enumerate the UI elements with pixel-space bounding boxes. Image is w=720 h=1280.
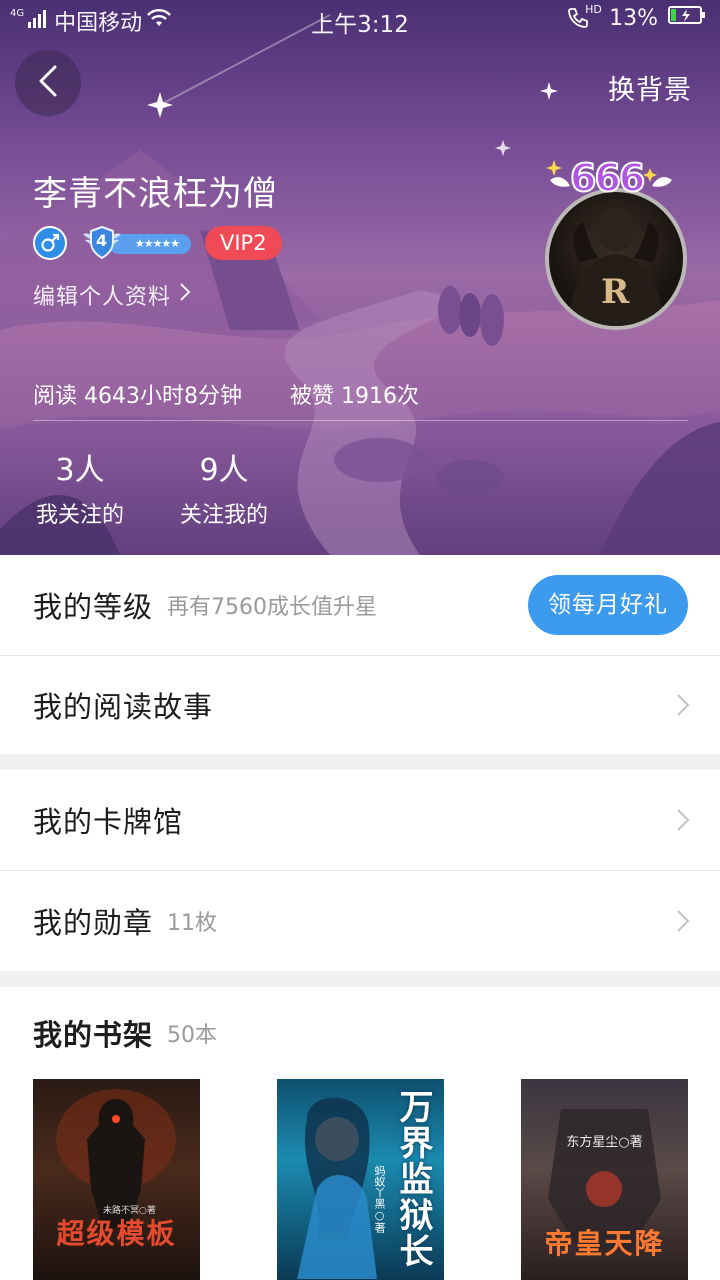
section-gap — [0, 754, 720, 770]
username: 李青不浪枉为僧 — [33, 174, 278, 214]
chevron-right-icon — [179, 282, 191, 308]
battery-charging-icon — [668, 5, 706, 31]
monthly-gift-button[interactable]: 领每月好礼 — [528, 575, 688, 635]
book-author: 蚂蚁丫黑○著 — [373, 1165, 386, 1233]
following-stat[interactable]: 3人 我关注的 — [25, 453, 135, 529]
card-hall-title: 我的卡牌馆 — [33, 805, 184, 839]
book-cover[interactable]: 万界监狱长 蚂蚁丫黑○著 — [277, 1079, 444, 1280]
back-button[interactable] — [15, 50, 81, 116]
hd-call-icon: HD — [567, 3, 602, 29]
section-gap — [0, 971, 720, 987]
following-label: 我关注的 — [35, 503, 124, 528]
my-level-title: 我的等级 — [33, 590, 154, 624]
vip-badge[interactable]: VIP2 — [205, 226, 282, 260]
male-gender-icon — [33, 226, 67, 260]
reading-time: 阅读 4643小时8分钟 — [33, 378, 242, 410]
likes-value: 1916次 — [341, 384, 420, 409]
chevron-right-icon — [676, 808, 690, 832]
my-level-row[interactable]: 我的等级 再有7560成长值升星 领每月好礼 — [0, 555, 720, 655]
likes-label: 被赞 — [290, 384, 335, 409]
reading-value: 4643小时8分钟 — [84, 384, 243, 409]
following-count: 3人 — [55, 453, 105, 488]
bookshelf-title: 我的书架 — [33, 1018, 154, 1052]
followers-label: 关注我的 — [179, 503, 268, 528]
reading-label: 阅读 — [33, 384, 78, 409]
chevron-right-icon — [676, 693, 690, 717]
book-cover[interactable]: 东方星尘○著 帝皇天降 — [521, 1079, 688, 1280]
reading-story-row[interactable]: 我的阅读故事 — [0, 656, 720, 754]
avatar-letter: R — [601, 272, 630, 312]
bookshelf-header[interactable]: 我的书架 50本 — [0, 987, 720, 1079]
card-hall-row[interactable]: 我的卡牌馆 — [0, 770, 720, 870]
chevron-right-icon — [676, 909, 690, 933]
book-title: 超级模板 — [56, 1217, 177, 1250]
medals-count: 11枚 — [167, 911, 218, 936]
edit-profile-label: 编辑个人资料 — [33, 285, 172, 310]
chevron-left-icon — [38, 65, 58, 101]
book-author: 东方星尘○著 — [566, 1135, 643, 1150]
hd-label: HD — [585, 3, 602, 16]
avatar-badge: 666 — [546, 150, 676, 212]
followers-stat[interactable]: 9人 关注我的 — [169, 453, 279, 529]
reading-stats: 阅读 4643小时8分钟 被赞 1916次 — [33, 378, 419, 410]
avatar-badge-text: 666 — [569, 155, 646, 201]
profile-header: 4G 中国移动 上午3:12 HD 13% 换背景 李青不浪枉为僧 ★★★★★ … — [0, 0, 720, 555]
level-number: 4 — [96, 231, 108, 250]
reading-story-title: 我的阅读故事 — [33, 690, 214, 724]
edit-profile-link[interactable]: 编辑个人资料 — [33, 279, 191, 311]
header-divider — [33, 420, 688, 421]
avatar-container[interactable]: 666 R — [540, 150, 695, 335]
medals-row[interactable]: 我的勋章 11枚 — [0, 871, 720, 971]
battery-percent: 13% — [609, 5, 658, 31]
level-badge[interactable]: ★★★★★ 4 — [81, 225, 191, 260]
change-background-button[interactable]: 换背景 — [608, 68, 692, 107]
book-title: 帝皇天降 — [544, 1227, 665, 1260]
status-right: HD 13% — [567, 3, 706, 31]
winged-shield-icon: 4 — [81, 224, 123, 262]
status-bar: 4G 中国移动 上午3:12 HD 13% — [0, 0, 720, 38]
medals-title: 我的勋章 — [33, 906, 154, 940]
bookshelf-count: 50本 — [167, 1023, 218, 1048]
likes: 被赞 1916次 — [290, 378, 419, 410]
followers-count: 9人 — [199, 453, 249, 488]
my-level-subtitle: 再有7560成长值升星 — [167, 595, 378, 620]
badge-row: ★★★★★ 4 VIP2 — [33, 225, 282, 260]
book-cover[interactable]: 未路不冥○著 超级模板 — [33, 1079, 200, 1280]
